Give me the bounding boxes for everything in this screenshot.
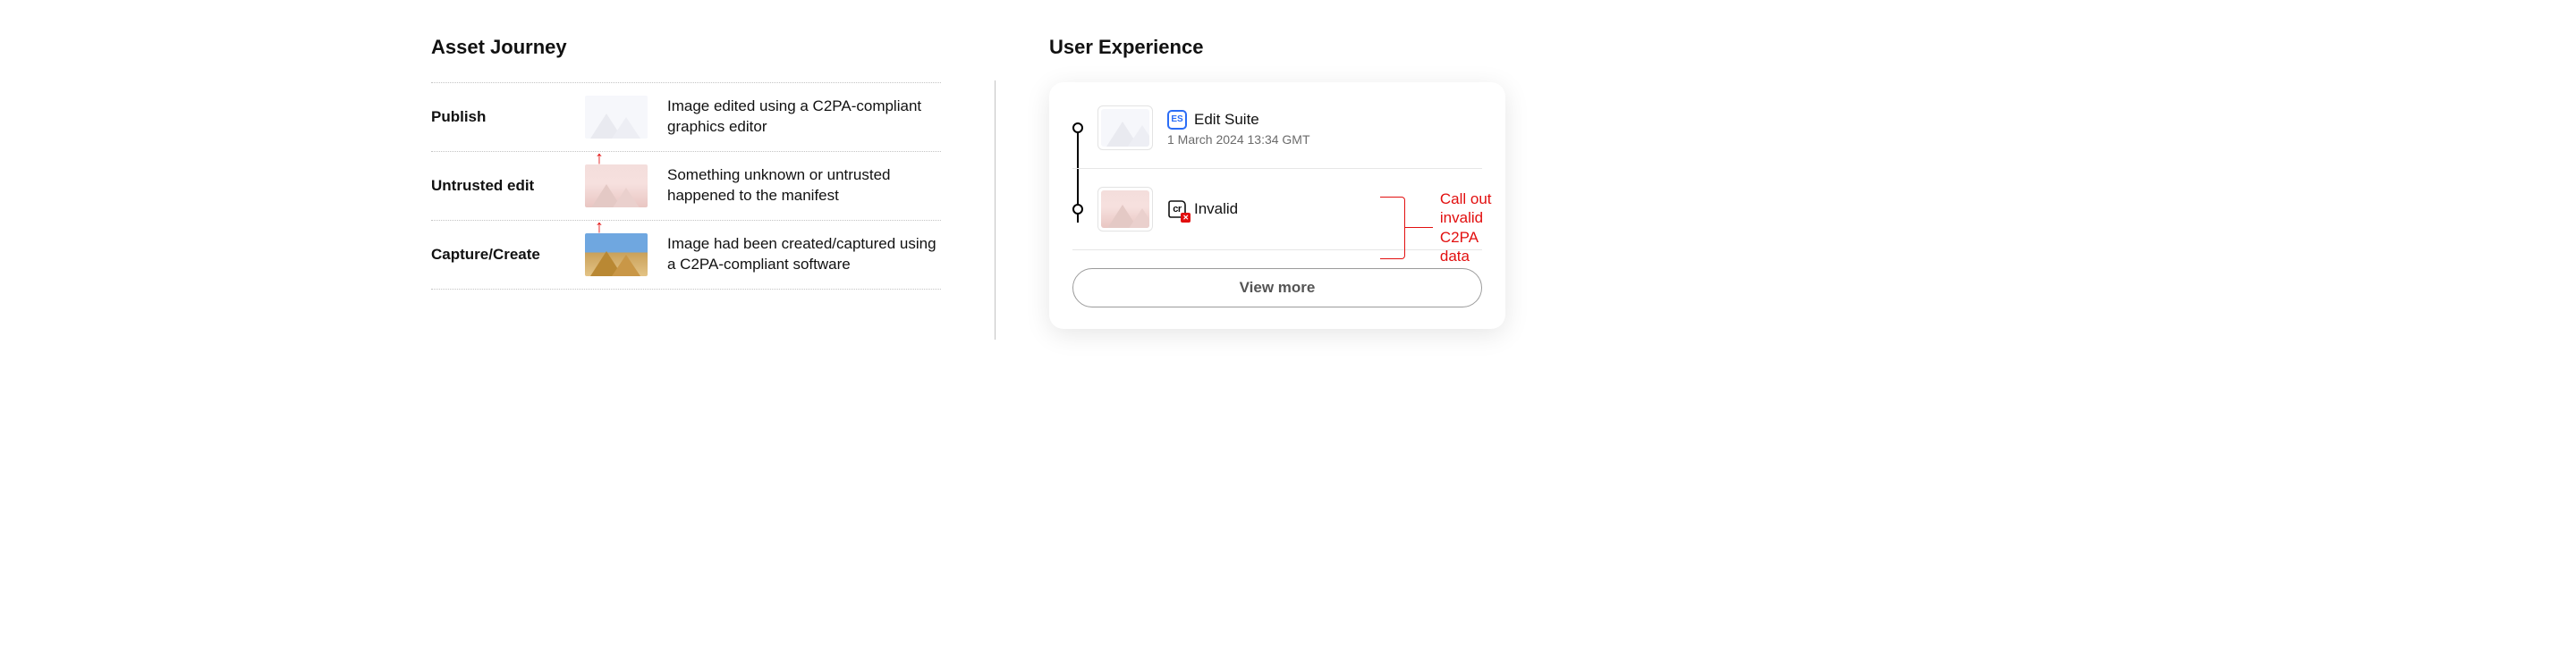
timeline-app-name: Edit Suite — [1194, 111, 1259, 129]
journey-label: Untrusted edit — [431, 177, 565, 195]
journey-row-capture: Capture/Create Image had been created/ca… — [431, 220, 941, 290]
journey-row-untrusted: Untrusted edit Something unknown or untr… — [431, 151, 941, 220]
timeline-date: 1 March 2024 13:34 GMT — [1167, 132, 1310, 147]
journey-desc: Something unknown or untrusted happened … — [667, 165, 941, 206]
timeline-thumb — [1097, 187, 1153, 231]
vertical-divider — [995, 80, 996, 340]
journey-label: Capture/Create — [431, 246, 565, 264]
asset-journey-title: Asset Journey — [431, 36, 941, 59]
journey-row-publish: Publish Image edited using a C2PA-compli… — [431, 82, 941, 151]
app-badge-icon: ES — [1167, 110, 1187, 130]
invalid-x-icon: ✕ — [1181, 213, 1191, 223]
journey-thumb-capture — [585, 233, 648, 276]
timeline-status: Invalid — [1194, 200, 1238, 218]
journey-thumb-publish — [585, 96, 648, 139]
journey-desc: Image edited using a C2PA-compliant grap… — [667, 97, 941, 138]
invalid-callout: Call out invalid C2PA data — [1380, 189, 1507, 265]
timeline-node-icon — [1072, 204, 1083, 215]
journey-thumb-untrusted — [585, 164, 648, 207]
view-more-button[interactable]: View more — [1072, 268, 1482, 307]
callout-text: Call out invalid C2PA data — [1440, 189, 1507, 265]
journey-label: Publish — [431, 108, 565, 126]
timeline-node-icon — [1072, 122, 1083, 133]
asset-journey-section: Asset Journey Publish Image edited using… — [431, 36, 941, 340]
callout-bracket-icon — [1380, 197, 1405, 259]
journey-desc: Image had been created/captured using a … — [667, 234, 941, 275]
user-experience-section: User Experience ES Edit Suite 1 March 20… — [1049, 36, 1505, 340]
cr-badge-icon: cr ✕ — [1167, 199, 1187, 219]
user-experience-title: User Experience — [1049, 36, 1505, 59]
timeline-thumb — [1097, 105, 1153, 150]
timeline-row-edit-suite: ES Edit Suite 1 March 2024 13:34 GMT — [1072, 105, 1482, 169]
callout-line-icon — [1405, 227, 1433, 228]
